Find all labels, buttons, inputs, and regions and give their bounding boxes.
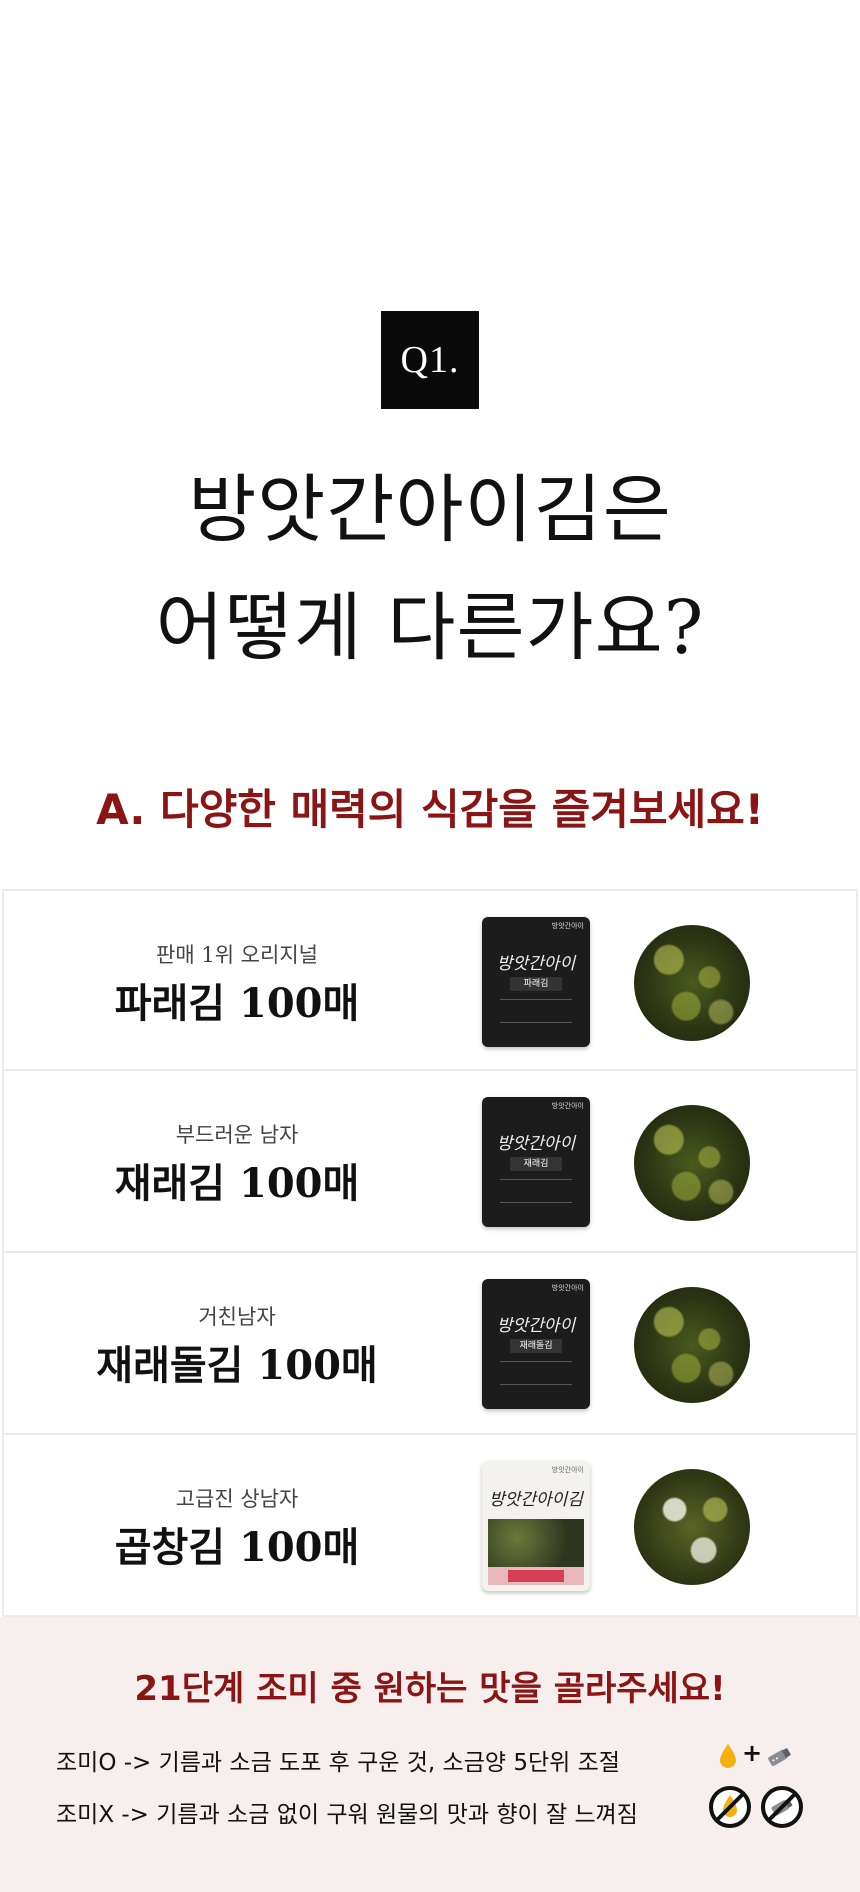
taste-title: 21단계 조미 중 원하는 맛을 골라주세요!: [134, 1669, 726, 1709]
product-row-gopchanggim: 고급진 상남자 곱창김 100매 방앗간아이 방앗간아이김: [2, 1435, 858, 1617]
product-subtitle: 부드러운 남자: [175, 1123, 299, 1147]
package-info-lines: [500, 1361, 572, 1385]
seaweed-texture-image: [634, 1469, 750, 1585]
question-title-line1: 방앗간아이김은: [188, 467, 672, 553]
product-package-image: 방앗간아이 방앗간아이 파래김: [482, 917, 590, 1047]
seaweed-texture-image: [634, 1287, 750, 1403]
taste-section: 21단계 조미 중 원하는 맛을 골라주세요! 조미O -> 기름과 소금 도포…: [0, 1617, 860, 1892]
product-subtitle: 거친남자: [198, 1305, 276, 1329]
plus-sign: +: [742, 1739, 763, 1767]
package-brand: 방앗간아이: [551, 1102, 584, 1110]
question-badge: Q1.: [381, 311, 479, 409]
product-subtitle: 고급진 상남자: [175, 1487, 299, 1511]
product-name: 재래돌김 100매: [96, 1342, 378, 1389]
product-package-image: 방앗간아이 방앗간아이김: [482, 1461, 590, 1591]
oil-drop-icon: [720, 1744, 736, 1768]
salt-shaker-icon: [768, 1748, 791, 1766]
product-subtitle: 판매 1위 오리지널: [156, 943, 318, 967]
answer-heading: A. 다양한 매력의 식감을 즐겨보세요!: [96, 785, 764, 834]
product-row-jaeraegim: 부드러운 남자 재래김 100매 방앗간아이 방앗간아이 재래김: [2, 1071, 858, 1253]
taste-unseasoned-line: 조미X -> 기름과 소금 없이 구워 원물의 맛과 향이 잘 느껴짐: [56, 1802, 638, 1828]
package-logo: 방앗간아이: [496, 1316, 576, 1336]
package-label: 재래김: [510, 1157, 562, 1171]
package-photo: [488, 1519, 584, 1567]
product-row-paraegim: 판매 1위 오리지널 파래김 100매 방앗간아이 방앗간아이 파래김: [2, 889, 858, 1071]
package-logo: 방앗간아이김: [489, 1490, 583, 1510]
product-list: 판매 1위 오리지널 파래김 100매 방앗간아이 방앗간아이 파래김 부드러운…: [2, 889, 858, 1617]
package-label: 파래김: [510, 977, 562, 991]
question-title-line2: 어떻게 다른가요?: [155, 585, 705, 671]
seaweed-texture-image: [634, 1105, 750, 1221]
package-logo: 방앗간아이: [496, 954, 576, 974]
product-package-image: 방앗간아이 방앗간아이 재래돌김: [482, 1279, 590, 1409]
package-info-lines: [500, 1179, 572, 1203]
question-badge-label: Q1.: [400, 339, 460, 381]
product-name: 곱창김 100매: [114, 1524, 360, 1571]
package-brand: 방앗간아이: [551, 1466, 584, 1474]
product-row-jaeraedolgim: 거친남자 재래돌김 100매 방앗간아이 방앗간아이 재래돌김: [2, 1253, 858, 1435]
no-oil-icon: [709, 1786, 751, 1828]
seaweed-texture-image: [634, 925, 750, 1041]
no-salt-icon: [761, 1786, 803, 1828]
package-label: 재래돌김: [510, 1339, 562, 1353]
package-brand: 방앗간아이: [551, 1284, 584, 1292]
taste-seasoned-line: 조미O -> 기름과 소금 도포 후 구운 것, 소금양 5단위 조절: [56, 1750, 620, 1776]
package-info-lines: [500, 999, 572, 1023]
product-name: 파래김 100매: [114, 980, 360, 1027]
package-bar: [488, 1567, 584, 1585]
package-logo: 방앗간아이: [496, 1134, 576, 1154]
product-package-image: 방앗간아이 방앗간아이 재래김: [482, 1097, 590, 1227]
package-brand: 방앗간아이: [551, 922, 584, 930]
product-name: 재래김 100매: [114, 1160, 360, 1207]
